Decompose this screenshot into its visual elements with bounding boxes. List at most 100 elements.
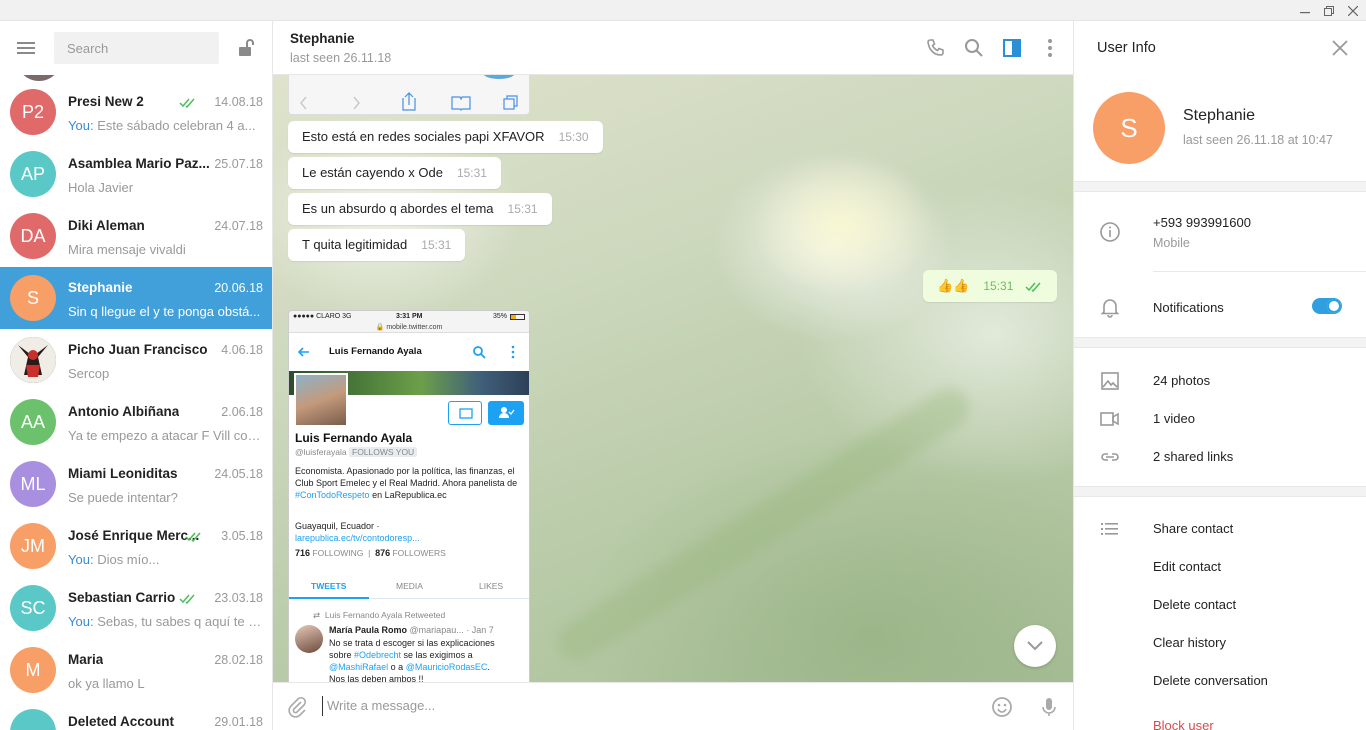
chat-list-item[interactable]: DA Diki Aleman 24.07.18 Mira mensaje vivald… — [0, 205, 272, 267]
read-ticks-icon — [179, 96, 197, 109]
outgoing-message-bubble[interactable]: 👍👍 15:31 — [922, 270, 1057, 302]
message-bubble[interactable]: Es un absurdo q abordes el tema 15:31 — [288, 193, 552, 225]
photos-link[interactable]: 24 photos — [1153, 373, 1210, 388]
delete-contact-button[interactable]: Delete contact — [1153, 597, 1236, 612]
message-bubble[interactable]: Esto está en redes sociales papi XFAVOR 1… — [288, 121, 603, 153]
close-window-button[interactable] — [1341, 1, 1365, 21]
avatar: P2 — [10, 89, 56, 135]
share-contact-button[interactable]: Share contact — [1153, 521, 1233, 536]
message-input[interactable]: Write a message... — [322, 696, 922, 716]
following-label: FOLLOWING — [312, 548, 364, 558]
chat-preview: You: Dios mío... — [68, 552, 264, 567]
scroll-down-button[interactable] — [1014, 625, 1056, 667]
message-bubble[interactable]: T quita legitimidad 15:31 — [288, 229, 466, 261]
phone-number[interactable]: +593 993991600 — [1153, 215, 1251, 230]
search-chat-button[interactable] — [962, 36, 986, 60]
tweet-line: @MashiRafael o a @MauricioRodasEC. — [329, 661, 525, 673]
edit-contact-button[interactable]: Edit contact — [1153, 559, 1221, 574]
attach-button[interactable] — [285, 695, 309, 719]
messages-area[interactable]: Esto está en redes sociales papi XFAVOR 1… — [273, 75, 1073, 682]
menu-button[interactable] — [15, 38, 39, 58]
emoji-button[interactable] — [990, 695, 1014, 719]
chat-list-item[interactable]: Deleted Account 29.01.18 — [0, 701, 272, 730]
carrier-text: ●●●●● CLARO 3G — [293, 313, 352, 320]
lock-button[interactable] — [234, 36, 258, 60]
chat-list-item[interactable]: JM José Enrique Merc... 3.05.18 You: Dios m… — [0, 515, 272, 577]
chat-date: 25.07.18 — [214, 157, 263, 171]
avatar: M — [10, 647, 56, 693]
chat-list-item[interactable]: SC Sebastian Carrio 23.03.18 You: Sebas, tu… — [0, 577, 272, 639]
tweet-line: No se trata d escoger si las explicacion… — [329, 638, 495, 648]
close-info-button[interactable] — [1329, 37, 1351, 59]
chat-preview: Sin q llegue el y te ponga obstá... — [68, 304, 264, 319]
message-bubble[interactable]: Le están cayendo x Ode 15:31 — [288, 157, 501, 189]
avatar: ML — [10, 461, 56, 507]
phone-url-bar: 🔒 mobile.twitter.com — [289, 323, 529, 333]
video-icon — [1098, 407, 1122, 431]
maximize-button[interactable] — [1317, 1, 1341, 21]
tweet-header: María Paula Romo @mariapau... · Jan 7 — [329, 625, 494, 635]
avatar: SC — [10, 585, 56, 631]
chat-preview: You: Sebas, tu sabes q aquí te q... — [68, 614, 264, 629]
profile-counts: 716 FOLLOWING | 876 FOLLOWERS — [295, 548, 446, 558]
chat-list-item[interactable]: ML Miami Leoniditas 24.05.18 Se puede inten… — [0, 453, 272, 515]
row-divider — [1153, 271, 1366, 272]
profile-bio: Economista. Apasionado por la política, … — [295, 465, 525, 501]
chat-list-item[interactable]: M Maria 28.02.18 ok ya llamo L — [0, 639, 272, 701]
peer-name[interactable]: Stephanie — [290, 31, 355, 46]
list-icon — [1098, 517, 1122, 541]
chat-date: 28.02.18 — [214, 653, 263, 667]
clock-text: 3:31 PM — [396, 313, 423, 320]
chat-date: 14.08.18 — [214, 95, 263, 109]
tweet-handle: @mariapau... — [409, 625, 464, 635]
chat-list-item[interactable]: AA Antonio Albiñana 2.06.18 Ya te empezo a … — [0, 391, 272, 453]
avatar[interactable]: S — [1093, 92, 1165, 164]
cropped-photo-message[interactable] — [288, 75, 530, 115]
user-info-panel: User Info S Stephanie last seen 26.11.18… — [1073, 21, 1366, 730]
search-input[interactable]: Search — [54, 32, 219, 64]
screenshot-image-message[interactable]: ●●●●● CLARO 3G 3:31 PM 35% 🔒 mobile.twit… — [288, 310, 530, 682]
info-icon — [1098, 220, 1122, 244]
call-button[interactable] — [924, 36, 948, 60]
preview-text: Mira mensaje vivaldi — [68, 242, 186, 257]
delete-conversation-button[interactable]: Delete conversation — [1153, 673, 1268, 688]
retweet-icon — [459, 408, 473, 419]
voice-record-button[interactable] — [1037, 695, 1061, 719]
shared-links-link[interactable]: 2 shared links — [1153, 449, 1233, 464]
chat-date: 24.05.18 — [214, 467, 263, 481]
paperclip-icon — [288, 696, 307, 718]
chat-name: Presi New 2 — [68, 94, 144, 109]
tweet-body: No se trata d escoger si las explicacion… — [329, 637, 525, 682]
block-user-button[interactable]: Block user — [1153, 718, 1214, 730]
more-button[interactable] — [1038, 36, 1062, 60]
chat-list-item[interactable]: S Stephanie 20.06.18 Sin q llegue el y te p… — [0, 267, 272, 329]
chat-list-panel: Search P2 Presi New 2 14.08.18 You: Este sá… — [0, 21, 273, 730]
tweet-line: sobre #Odebrecht se las exigimos a — [329, 649, 525, 661]
chat-name: Antonio Albiñana — [68, 404, 180, 419]
chat-list-item[interactable]: AP Asamblea Mario Paz... 25.07.18 Hola Javi… — [0, 143, 272, 205]
minimize-button[interactable] — [1293, 1, 1317, 21]
videos-link[interactable]: 1 video — [1153, 411, 1195, 426]
profile-location: Guayaquil, Ecuador · — [295, 521, 380, 531]
tab-media: MEDIA — [396, 581, 423, 591]
preview-text: Hola Javier — [68, 180, 134, 195]
read-ticks-icon — [185, 530, 203, 543]
close-icon — [1348, 6, 1358, 16]
message-text: 👍👍 — [936, 278, 970, 293]
info-panel-toggle[interactable] — [1000, 36, 1024, 60]
chat-list: P2 Presi New 2 14.08.18 You: Este sábado ce… — [0, 75, 272, 730]
message-text: Esto está en redes sociales papi XFAVOR — [302, 129, 545, 144]
twitter-profile: Luis Fernando Ayala @luisferayala FOLLOW… — [289, 373, 529, 558]
chat-name: Miami Leoniditas — [68, 466, 178, 481]
avatar: DA — [10, 213, 56, 259]
smiley-icon — [992, 697, 1012, 717]
tweet-mention: @MashiRafael — [329, 662, 389, 672]
clear-history-button[interactable]: Clear history — [1153, 635, 1226, 650]
profile-name: Stephanie — [1183, 107, 1256, 124]
preview-text: Sercop — [68, 366, 110, 381]
chat-list-item[interactable]: P2 Presi New 2 14.08.18 You: Este sábado ce… — [0, 81, 272, 143]
notifications-toggle[interactable] — [1312, 298, 1342, 314]
chat-date: 29.01.18 — [214, 715, 263, 729]
chat-list-item[interactable]: Picho Juan Francisco 4.06.18 Sercop — [0, 329, 272, 391]
follows-you-badge: FOLLOWS YOU — [349, 447, 418, 457]
